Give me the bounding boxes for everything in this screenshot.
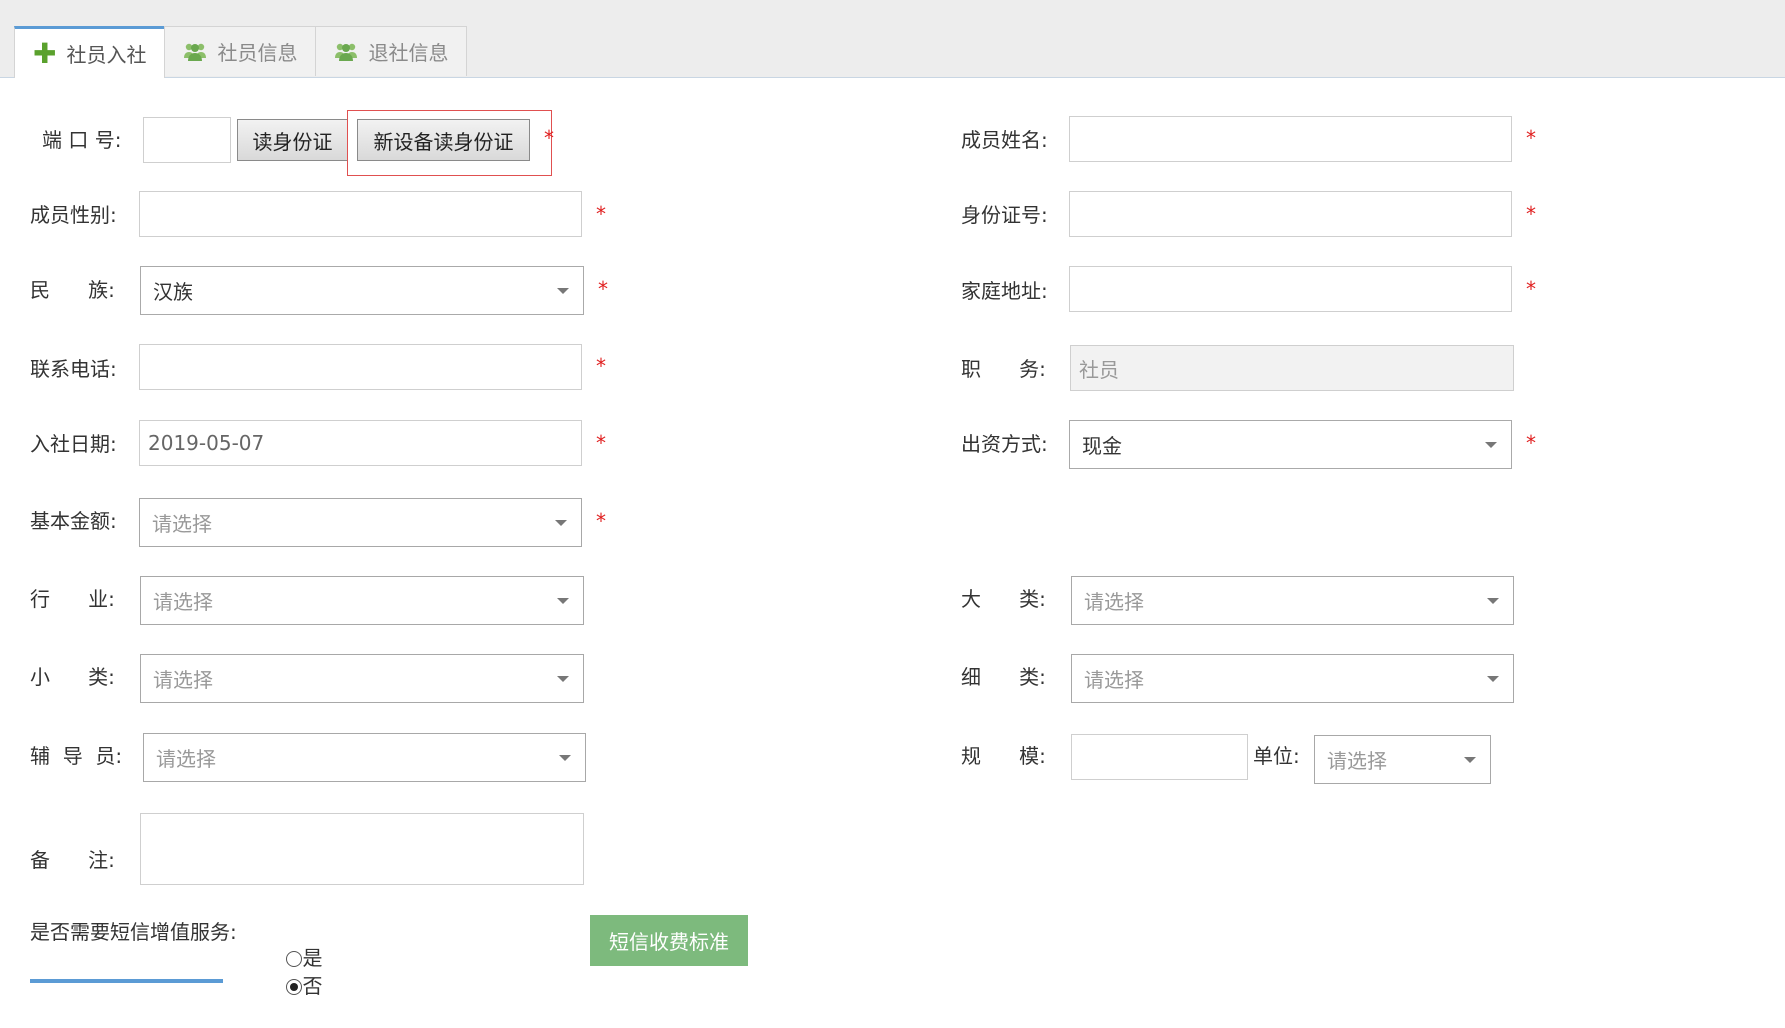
chevron-down-icon	[557, 598, 569, 604]
required-mark: *	[596, 202, 606, 226]
tab-bar: ✚ 社员入社 社员信息 退社信息	[0, 0, 1785, 78]
major-category-placeholder: 请选择	[1084, 590, 1144, 614]
plus-icon: ✚	[33, 36, 57, 70]
users-icon	[183, 42, 207, 62]
required-mark: *	[596, 509, 606, 533]
gender-label: 成员性别:	[30, 203, 117, 227]
member-join-form: 端 口 号: 读身份证 新设备读身份证 * 成员姓名: * 成员性别: * 身份…	[0, 78, 1785, 998]
id-number-label: 身份证号:	[961, 203, 1048, 227]
sms-yes-radio[interactable]	[286, 951, 303, 967]
unit-select[interactable]: 请选择	[1314, 735, 1491, 784]
port-input[interactable]	[143, 117, 231, 163]
required-mark: *	[596, 354, 606, 378]
position-input: 社员	[1070, 345, 1514, 391]
sms-no-radio[interactable]	[286, 979, 303, 995]
submit-button-edge[interactable]	[30, 979, 223, 983]
id-number-input[interactable]	[1069, 191, 1512, 237]
new-device-read-id-button[interactable]: 新设备读身份证	[357, 119, 530, 161]
sms-service-label: 是否需要短信增值服务:	[30, 920, 237, 944]
phone-label: 联系电话:	[30, 357, 117, 381]
name-input[interactable]	[1069, 116, 1512, 162]
minor-category-select[interactable]: 请选择	[140, 654, 584, 703]
unit-label: 单位:	[1253, 744, 1300, 768]
join-date-input[interactable]: 2019-05-07	[139, 420, 582, 466]
sms-radio-group: 是 否	[261, 916, 322, 1028]
industry-placeholder: 请选择	[153, 590, 213, 614]
tab-withdraw-info[interactable]: 退社信息	[315, 26, 468, 76]
chevron-down-icon	[557, 288, 569, 294]
ethnicity-select[interactable]: 汉族	[140, 266, 584, 315]
sms-fee-standard-button[interactable]: 短信收费标准	[590, 915, 748, 966]
address-input[interactable]	[1069, 266, 1512, 312]
remarks-label: 备 注:	[30, 848, 115, 872]
counselor-placeholder: 请选择	[156, 747, 216, 771]
gender-input[interactable]	[139, 191, 582, 237]
ethnicity-label: 民 族:	[30, 278, 115, 302]
sub-category-placeholder: 请选择	[1084, 668, 1144, 692]
sms-yes-label: 是	[302, 946, 323, 970]
required-mark: *	[596, 431, 606, 455]
minor-category-placeholder: 请选择	[153, 668, 213, 692]
base-amount-label: 基本金额:	[30, 509, 117, 533]
tab-member-info[interactable]: 社员信息	[164, 26, 317, 76]
tab-member-join[interactable]: ✚ 社员入社	[14, 26, 166, 78]
tab-list: ✚ 社员入社 社员信息 退社信息	[14, 26, 468, 78]
funding-method-label: 出资方式:	[961, 432, 1048, 456]
chevron-down-icon	[557, 676, 569, 682]
minor-category-label: 小 类:	[30, 665, 115, 689]
chevron-down-icon	[1485, 442, 1497, 448]
counselor-select[interactable]: 请选择	[143, 733, 586, 782]
phone-input[interactable]	[139, 344, 582, 390]
scale-label: 规 模:	[961, 744, 1046, 768]
major-category-label: 大 类:	[961, 587, 1046, 611]
sub-category-label: 细 类:	[961, 665, 1046, 689]
unit-placeholder: 请选择	[1327, 749, 1387, 773]
chevron-down-icon	[559, 755, 571, 761]
required-mark: *	[1526, 202, 1536, 226]
chevron-down-icon	[1487, 598, 1499, 604]
chevron-down-icon	[555, 520, 567, 526]
funding-method-select[interactable]: 现金	[1069, 420, 1512, 469]
base-amount-select[interactable]: 请选择	[139, 498, 582, 547]
chevron-down-icon	[1464, 757, 1476, 763]
required-mark: *	[1526, 431, 1536, 455]
address-label: 家庭地址:	[961, 279, 1048, 303]
sms-no-label: 否	[302, 974, 323, 998]
required-mark: *	[1526, 277, 1536, 301]
position-label: 职 务:	[961, 357, 1046, 381]
tab-label: 社员入社	[66, 43, 147, 67]
required-mark: *	[1526, 126, 1536, 150]
major-category-select[interactable]: 请选择	[1071, 576, 1514, 625]
name-label: 成员姓名:	[961, 128, 1048, 152]
industry-select[interactable]: 请选择	[140, 576, 584, 625]
counselor-label: 辅 导 员:	[30, 744, 123, 768]
read-id-button[interactable]: 读身份证	[237, 119, 348, 161]
tab-label: 退社信息	[368, 41, 449, 65]
required-mark: *	[544, 126, 554, 150]
industry-label: 行 业:	[30, 587, 115, 611]
port-label: 端 口 号:	[42, 128, 122, 152]
base-amount-placeholder: 请选择	[152, 512, 212, 536]
remarks-textarea[interactable]	[140, 813, 584, 885]
scale-input[interactable]	[1071, 734, 1248, 780]
funding-method-value: 现金	[1082, 434, 1122, 458]
ethnicity-value: 汉族	[153, 280, 193, 304]
required-mark: *	[598, 277, 608, 301]
join-date-label: 入社日期:	[30, 432, 117, 456]
users-icon	[334, 42, 358, 62]
tab-label: 社员信息	[217, 41, 298, 65]
chevron-down-icon	[1487, 676, 1499, 682]
sub-category-select[interactable]: 请选择	[1071, 654, 1514, 703]
